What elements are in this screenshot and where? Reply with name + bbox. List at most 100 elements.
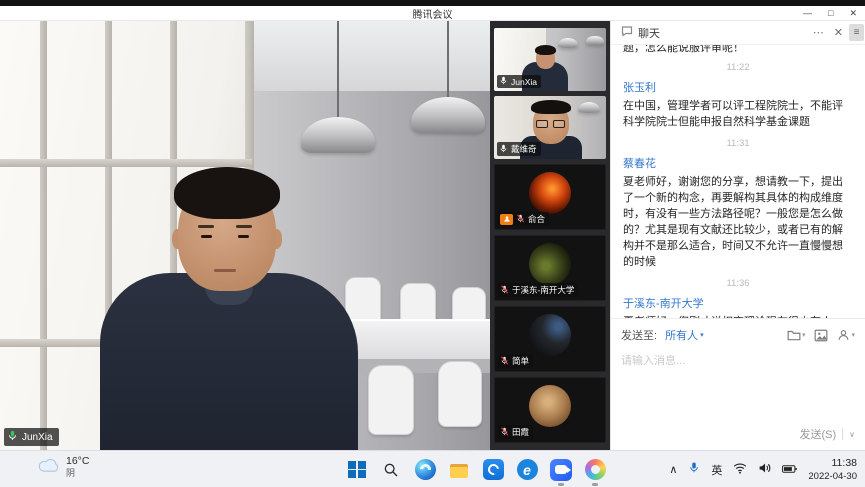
main-video-stage[interactable]: JunXia [0, 21, 490, 450]
chat-sender-name[interactable]: 蔡春花 [623, 156, 853, 172]
chat-timestamp: 11:31 [623, 136, 853, 152]
chat-sender-name[interactable]: 张玉利 [623, 80, 853, 96]
participant-label: 俞合 [498, 212, 549, 226]
send-options-button[interactable]: ∨ [849, 430, 855, 439]
member-button[interactable]: ▾ [837, 329, 855, 341]
weather-temp: 16°C [66, 455, 89, 467]
chat-compose-area: 发送至: 所有人 ▾ ▾ ▾ 请输入消息... 发送(S) ∨ [611, 318, 865, 450]
chat-sender-name[interactable]: 于溪东-南开大学 [623, 296, 853, 312]
lamp-cord [447, 21, 449, 97]
tray-chevron-icon[interactable]: ∧ [669, 463, 677, 476]
mic-muted-icon [500, 285, 509, 296]
participant-name: 俞合 [528, 213, 545, 225]
glasses-icon [553, 120, 565, 128]
tray-mic-icon[interactable] [688, 461, 700, 479]
thumb-person-hair [531, 100, 571, 114]
battery-icon[interactable] [782, 461, 797, 479]
start-button[interactable] [345, 458, 369, 482]
maximize-button[interactable]: □ [828, 9, 833, 18]
send-button[interactable]: 发送(S) [799, 426, 836, 442]
thumb-lamp [578, 102, 600, 113]
screen: 腾讯会议 — □ ✕ [0, 0, 865, 487]
participant-name: 简单 [512, 355, 529, 367]
speaker-mouth [214, 269, 236, 272]
blue-app-icon[interactable] [481, 458, 505, 482]
participant-label: JunXia [497, 75, 541, 88]
chat-message-text: 在中国，管理学者可以评工程院院士，不能评科学院院士但能申报自然科学基金课题 [623, 98, 853, 130]
participant-label: 田霞 [498, 425, 533, 439]
avatar [529, 243, 571, 285]
avatar [529, 314, 571, 356]
volume-icon[interactable] [758, 461, 771, 479]
chat-timestamp: 11:22 [623, 60, 853, 76]
thumb-lamp [586, 36, 604, 45]
file-explorer-icon[interactable] [447, 458, 471, 482]
image-button[interactable] [814, 329, 828, 342]
close-button[interactable]: ✕ [849, 9, 857, 18]
tray-date: 2022-04-30 [808, 471, 857, 482]
window-title: 腾讯会议 [413, 6, 453, 21]
participant-name: 田霞 [512, 426, 529, 438]
speaker-hair [174, 167, 280, 219]
window-titlebar: 腾讯会议 — □ ✕ [0, 6, 865, 21]
chevron-down-icon: ▾ [851, 331, 855, 339]
mic-muted-icon [500, 427, 509, 438]
mic-active-icon [7, 430, 18, 444]
minimize-button[interactable]: — [803, 9, 812, 18]
participant-tile[interactable]: 戴维奇 [494, 96, 606, 159]
pinwheel-app-icon[interactable] [583, 458, 607, 482]
chat-close-button[interactable]: ✕ [834, 28, 843, 39]
send-to-dropdown[interactable]: 所有人 ▾ [665, 327, 704, 343]
chevron-down-icon: ▾ [700, 331, 704, 339]
mic-on-icon [499, 144, 508, 155]
chat-message-text: 夏老师好，谢谢您的分享，想请教一下，提出了一个新的构念，再要解构其具体的构成维度… [623, 174, 853, 270]
taskbar: 16°C 阴 e ∧ 英 11:38 2022-04-30 [0, 450, 865, 487]
weather-condition: 阴 [66, 467, 89, 479]
chevron-down-icon: ▾ [802, 331, 806, 339]
speaker-eye [201, 235, 212, 238]
participant-strip[interactable]: JunXia 戴维奇 [490, 21, 610, 450]
chat-more-button[interactable]: ⋯ [813, 28, 824, 39]
participant-tile[interactable]: 俞合 [494, 164, 606, 230]
participant-tile[interactable]: JunXia [494, 28, 606, 91]
search-icon[interactable] [379, 458, 403, 482]
tray-time: 11:38 [832, 457, 858, 469]
avatar [529, 172, 571, 214]
history-folder-button[interactable]: ▾ [787, 329, 806, 341]
message-input[interactable]: 请输入消息... [621, 352, 855, 368]
edge-browser-icon[interactable] [413, 458, 437, 482]
divider [842, 428, 843, 440]
speaker-brow [236, 225, 252, 228]
chat-bubble-icon [621, 24, 633, 42]
participant-name: JunXia [511, 77, 537, 87]
ime-indicator[interactable]: 英 [711, 462, 722, 478]
panel-menu-button[interactable]: ≡ [849, 24, 864, 41]
lamp-cord [337, 21, 339, 117]
chat-title: 聊天 [638, 25, 660, 41]
chat-message-list[interactable]: 题，怎么能说服评审呢！ 11:22 张玉利 在中国，管理学者可以评工程院院士，不… [611, 45, 865, 318]
weather-widget[interactable]: 16°C 阴 [38, 455, 89, 479]
browser-e-icon[interactable]: e [515, 458, 539, 482]
tencent-meeting-icon[interactable] [549, 458, 573, 482]
chair [438, 361, 482, 427]
chat-timestamp: 11:36 [623, 276, 853, 292]
main-speaker-name: JunXia [22, 432, 53, 443]
thumb-lamp [558, 38, 578, 48]
thumb-person-hair [535, 45, 556, 55]
speaker-brow [198, 225, 214, 228]
window-frame [0, 159, 252, 167]
window-frame [40, 21, 47, 450]
glasses-icon [536, 120, 548, 128]
participant-name: 戴维奇 [511, 143, 537, 155]
wifi-icon[interactable] [733, 461, 747, 479]
member-badge-icon [500, 214, 513, 225]
participant-tile[interactable]: 于溪东-南开大学 [494, 235, 606, 301]
participant-tile[interactable]: 田霞 [494, 377, 606, 443]
participant-label: 戴维奇 [497, 142, 541, 156]
mic-muted-icon [500, 356, 509, 367]
tray-clock[interactable]: 11:38 2022-04-30 [808, 456, 857, 483]
participant-tile[interactable]: 简单 [494, 306, 606, 372]
participant-label: 简单 [498, 354, 533, 368]
cloud-icon [38, 457, 60, 478]
mic-muted-icon [516, 214, 525, 225]
